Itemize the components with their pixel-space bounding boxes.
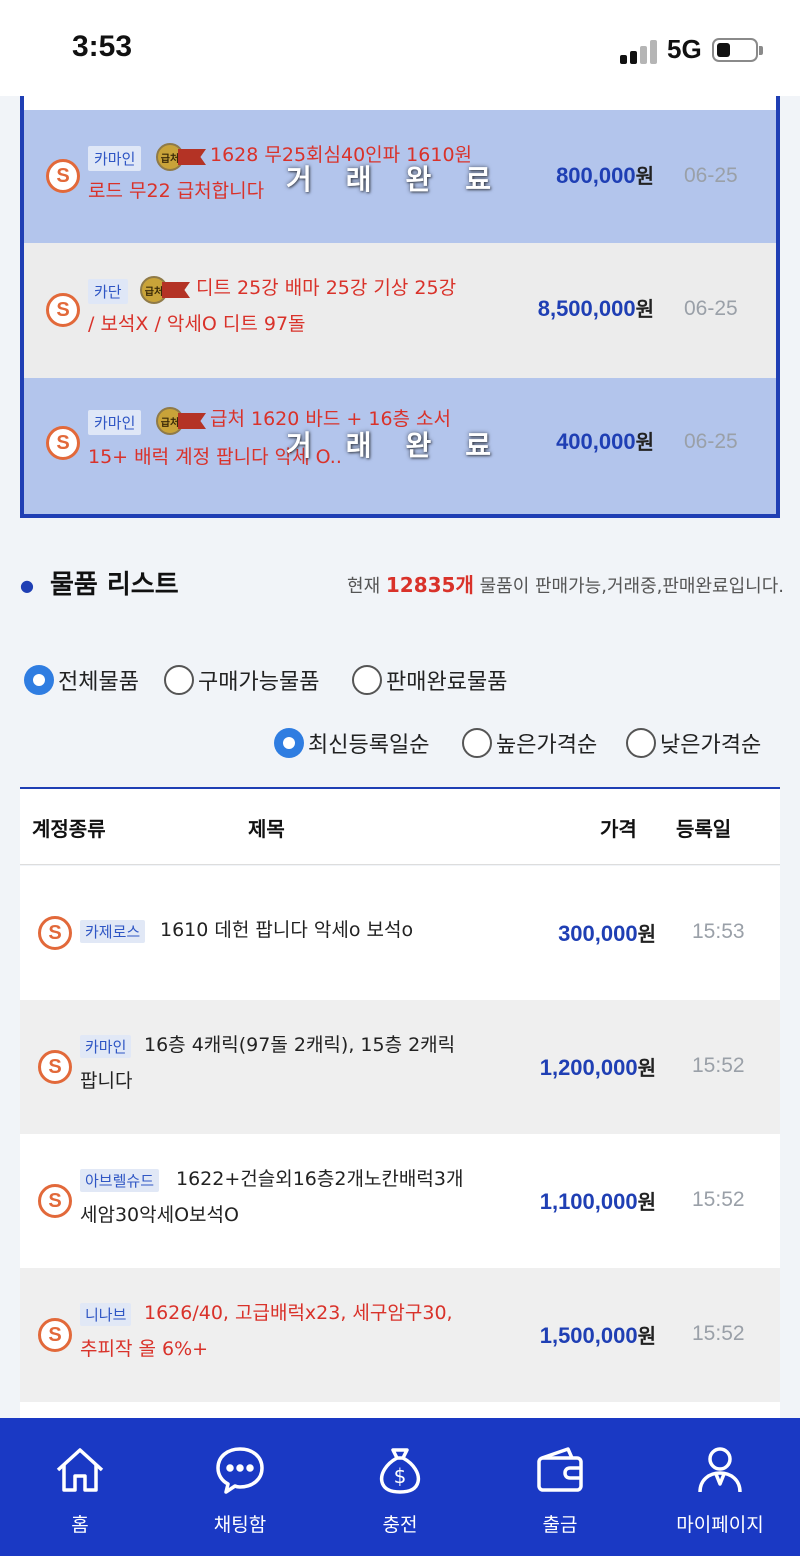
svg-text:$: $ (394, 1464, 407, 1488)
row-title-line2: 추피작 올 6%+ (80, 1338, 209, 1360)
sort-high-price-radio[interactable]: 높은가격순 (462, 727, 597, 759)
section-title: ● 물품 리스트 (20, 570, 179, 600)
nav-home[interactable]: 홈 (0, 1418, 160, 1556)
bullet-icon: ● (20, 575, 34, 595)
money-bag-icon: $ (379, 1448, 421, 1494)
table-row[interactable] (20, 1402, 780, 1418)
user-icon (698, 1447, 742, 1493)
s-icon: S (38, 1050, 72, 1084)
category-badge: 카마인 (88, 410, 142, 435)
row-title: 16층 4캐릭(97돌 2캐릭), 15층 2캐릭 (144, 1034, 456, 1056)
featured-price: 800,000원 (556, 163, 654, 188)
category-badge: 카단 (88, 279, 128, 304)
featured-deals: S 카마인 급처 1628 무25회심40인파 1610원 로드 무22 급처합… (20, 96, 780, 518)
sort-low-price-radio[interactable]: 낮은가격순 (626, 727, 761, 759)
table-row[interactable]: S 아브렐슈드 1622+건슬외16층2개노칸배럭3개 세암30악세O보석O 1… (20, 1134, 780, 1268)
network-label: 5G (667, 34, 702, 64)
featured-price: 8,500,000원 (537, 296, 654, 321)
category-badge: 카마인 (88, 146, 142, 171)
urgent-badge-icon: 급처 (156, 406, 208, 436)
bottom-nav: 홈 채팅함 $ 충전 출금 마이페이지 (0, 1418, 800, 1556)
home-icon (56, 1448, 104, 1492)
category-badge: 카마인 (80, 1035, 132, 1058)
row-date: 15:52 (692, 1188, 745, 1211)
sort-latest-radio[interactable]: 최신등록일순 (274, 727, 429, 759)
row-price: 1,200,000원 (539, 1055, 656, 1080)
urgent-badge-icon: 급처 (140, 275, 192, 305)
wallet-icon (537, 1447, 583, 1492)
row-price: 1,100,000원 (539, 1189, 656, 1214)
item-count: 12835개 (385, 573, 474, 597)
row-price: 1,500,000원 (539, 1323, 656, 1348)
nav-chat[interactable]: 채팅함 (160, 1418, 320, 1556)
row-date: 15:52 (692, 1054, 745, 1077)
col-price: 가격 (600, 817, 637, 841)
s-icon: S (38, 916, 72, 950)
table-row[interactable]: S 니나브 1626/40, 고급배럭x23, 세구암구30, 추피작 올 6%… (20, 1268, 780, 1402)
category-badge: 아브렐슈드 (80, 1169, 160, 1192)
s-icon: S (38, 1184, 72, 1218)
featured-title: 디트 25강 배마 25강 기상 25강 (196, 277, 457, 299)
filter-all-radio[interactable]: 전체물품 (24, 664, 139, 696)
category-badge: 카제로스 (80, 920, 146, 943)
col-title: 제목 (248, 817, 285, 841)
chat-icon (216, 1447, 264, 1494)
featured-row[interactable]: S 카마인 급처 1628 무25회심40인파 1610원 로드 무22 급처합… (24, 110, 776, 243)
s-icon: S (46, 293, 80, 327)
featured-date: 06-25 (684, 164, 738, 187)
row-title: 1626/40, 고급배럭x23, 세구암구30, (144, 1302, 453, 1324)
radio-unchecked-icon (462, 728, 492, 758)
featured-price: 400,000원 (556, 429, 654, 454)
featured-date: 06-25 (684, 297, 738, 320)
s-icon: S (38, 1318, 72, 1352)
featured-title-line2: / 보석X / 악세O 디트 97돌 (88, 313, 306, 335)
filter-sold-radio[interactable]: 판매완료물품 (352, 664, 507, 696)
s-icon: S (46, 159, 80, 193)
row-title-line2: 팝니다 (80, 1070, 133, 1092)
table-header: 계정종류 제목 가격 등록일 (20, 787, 780, 865)
radio-unchecked-icon (626, 728, 656, 758)
nav-withdraw[interactable]: 출금 (480, 1418, 640, 1556)
nav-mypage[interactable]: 마이페이지 (640, 1418, 800, 1556)
radio-checked-icon (274, 728, 304, 758)
radio-unchecked-icon (352, 665, 382, 695)
featured-row[interactable]: S 카마인 급처 급처 1620 바드 + 16층 소서 15+ 배럭 계정 팝… (24, 378, 776, 514)
row-title-line2: 세암30악세O보석O (80, 1204, 239, 1226)
row-date: 15:53 (692, 920, 745, 943)
item-count-text: 현재 12835개 물품이 판매가능,거래중,판매완료입니다. (347, 573, 784, 597)
filter-available-radio[interactable]: 구매가능물품 (164, 664, 319, 696)
row-title: 1610 데헌 팝니다 악세o 보석o (160, 919, 414, 941)
row-title: 1622+건슬외16층2개노칸배럭3개 (176, 1168, 464, 1190)
table-row[interactable]: S 카마인 16층 4캐릭(97돌 2캐릭), 15층 2캐릭 팝니다 1,20… (20, 1000, 780, 1134)
signal-icon (620, 40, 660, 64)
col-type: 계정종류 (32, 817, 106, 841)
status-bar: 3:53 5G (0, 0, 800, 96)
table-row[interactable]: S 카제로스 1610 데헌 팝니다 악세o 보석o 300,000원 15:5… (20, 866, 780, 1000)
s-icon: S (46, 426, 80, 460)
radio-unchecked-icon (164, 665, 194, 695)
col-date: 등록일 (676, 817, 732, 841)
category-badge: 니나브 (80, 1303, 132, 1326)
urgent-badge-icon: 급처 (156, 142, 208, 172)
radio-checked-icon (24, 665, 54, 695)
battery-icon (712, 38, 763, 62)
nav-charge[interactable]: $ 충전 (320, 1418, 480, 1556)
featured-title-line2: 로드 무22 급처합니다 (88, 180, 265, 202)
featured-row[interactable]: S 카단 급처 디트 25강 배마 25강 기상 25강 / 보석X / 악세O… (24, 243, 776, 378)
featured-date: 06-25 (684, 430, 738, 453)
row-date: 15:52 (692, 1322, 745, 1345)
status-time: 3:53 (72, 30, 133, 63)
row-price: 300,000원 (558, 921, 656, 946)
